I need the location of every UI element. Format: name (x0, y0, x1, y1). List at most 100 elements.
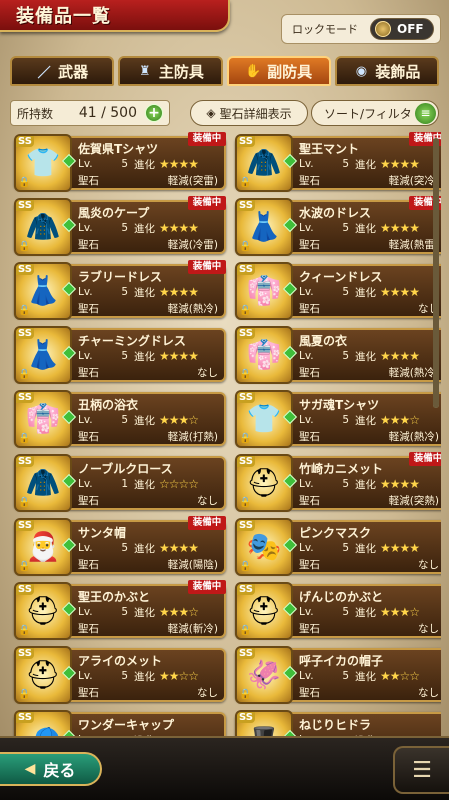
expand-capacity-button[interactable]: + (145, 104, 163, 122)
level-value: 5 (342, 158, 349, 170)
equipment-name: サガ魂Tシャツ (299, 398, 380, 412)
lock-mode-toggle[interactable]: OFF (370, 18, 434, 40)
equipment-card[interactable]: 👗 SS 🔒 ラブリードレス Lv. 5 進化 ★★★★ 聖石 軽減(熱冷) 装… (14, 260, 226, 320)
level-row: Lv. 5 進化 ★★★★ (299, 156, 439, 172)
evolution-label: 進化 (134, 606, 155, 619)
evolution-stars: ★★☆☆ (380, 669, 420, 683)
stone-value: なし (197, 366, 218, 379)
stone-label: 聖石 (78, 174, 99, 187)
lock-icon: 🔒 (18, 433, 31, 444)
equipment-art-icon: 👗 (25, 338, 61, 371)
evolution-label: 進化 (355, 606, 376, 619)
equipment-card[interactable]: 👘 SS 🔒 クィーンドレス Lv. 5 進化 ★★★★ 聖石 なし (235, 262, 441, 320)
equipment-card[interactable]: 🧥 SS 🔒 ノーブルクロース Lv. 1 進化 ☆☆☆☆ 聖石 なし (14, 454, 226, 512)
equipped-badge: 装備中 (188, 580, 226, 594)
equipment-card[interactable]: 🦑 SS 🔒 呼子イカの帽子 Lv. 5 進化 ★★☆☆ 聖石 なし (235, 646, 441, 704)
evolution-label: 進化 (355, 158, 376, 171)
equipment-card[interactable]: 👗 SS 🔒 チャーミングドレス Lv. 5 進化 ★★★★ 聖石 なし (14, 326, 226, 384)
stone-label: 聖石 (78, 558, 99, 571)
level-value: 5 (342, 478, 349, 490)
accessory-icon: ◉ (355, 63, 368, 79)
stone-value: 軽減(冷雷) (167, 238, 218, 251)
level-value: 5 (121, 158, 128, 170)
equipment-card[interactable]: 🧢 SS 🔒 ワンダーキャップ Lv. 進化 聖石 (14, 710, 226, 737)
equipment-card[interactable]: ⛑ SS 🔒 アライのメット Lv. 5 進化 ★★☆☆ 聖石 なし (14, 646, 226, 704)
stone-row: 聖石 なし (78, 364, 218, 380)
equipment-art-icon: ⛑ (25, 658, 61, 691)
level-label: Lv. (299, 222, 314, 234)
tab-sub-armor[interactable]: ✋ 副防具 (226, 56, 331, 86)
evolution-label: 進化 (355, 414, 376, 427)
tab-accessory[interactable]: ◉ 装飾品 (334, 56, 439, 86)
equipment-list[interactable]: 👕 SS 🔒 佐賀県Tシャツ Lv. 5 進化 ★★★★ 聖石 軽減(突雷) 装… (8, 130, 441, 736)
evolution-label: 進化 (134, 670, 155, 683)
equipped-badge: 装備中 (409, 452, 441, 466)
list-icon: ≡ (415, 103, 436, 124)
equipment-card[interactable]: 🎩 SS 🔒 ねじりヒドラ Lv. 進化 聖石 (235, 710, 441, 736)
equipment-art-icon: ⛑ (246, 466, 282, 499)
rank-badge: SS (237, 456, 255, 467)
equipment-art-icon: 🧥 (25, 466, 61, 499)
level-label: Lv. (299, 414, 314, 426)
stone-label: 聖石 (299, 686, 320, 699)
equipment-card[interactable]: 👕 SS 🔒 佐賀県Tシャツ Lv. 5 進化 ★★★★ 聖石 軽減(突雷) 装… (14, 132, 226, 192)
equipment-card[interactable]: ⛑ SS 🔒 げんじのかぶと Lv. 5 進化 ★★★☆ 聖石 なし (235, 582, 441, 640)
level-label: Lv. (78, 478, 93, 490)
stone-label: 聖石 (78, 366, 99, 379)
equipment-card[interactable]: 👘 SS 🔒 丑柄の浴衣 Lv. 5 進化 ★★★☆ 聖石 軽減(打熱) (14, 390, 226, 448)
equipment-info: 呼子イカの帽子 Lv. 5 進化 ★★☆☆ 聖石 なし (299, 652, 439, 700)
scrollbar-thumb[interactable] (433, 138, 439, 408)
stone-value: 軽減(打熱) (167, 430, 218, 443)
level-row: Lv. 5 進化 ★★★★ (299, 476, 439, 492)
equipment-info: サガ魂Tシャツ Lv. 5 進化 ★★★☆ 聖石 軽減(熱冷) (299, 396, 439, 444)
level-row: Lv. 5 進化 ★★☆☆ (299, 668, 439, 684)
equipment-info: 風夏の衣 Lv. 5 進化 ★★★★ 聖石 軽減(熱冷) (299, 332, 439, 380)
lock-icon: 🔒 (239, 241, 252, 252)
equipment-art-icon: 🧥 (25, 210, 61, 243)
equipment-card[interactable]: 🎭 SS 🔒 ピンクマスク Lv. 5 進化 ★★★★ 聖石 なし (235, 518, 441, 576)
stone-row: 聖石 軽減(冷雷) (78, 236, 218, 252)
equipment-art-icon: 👗 (246, 210, 282, 243)
equipment-art-icon: 🧢 (26, 725, 61, 737)
equipment-card[interactable]: 👕 SS 🔒 サガ魂Tシャツ Lv. 5 進化 ★★★☆ 聖石 軽減(熱冷) (235, 390, 441, 448)
equipment-card[interactable]: ⛑ SS 🔒 聖王のかぶと Lv. 5 進化 ★★★☆ 聖石 軽減(斬冷) 装備… (14, 580, 226, 640)
rank-badge: SS (16, 584, 34, 595)
evolution-stars: ★★★★ (380, 285, 420, 299)
equipment-info: アライのメット Lv. 5 進化 ★★☆☆ 聖石 なし (78, 652, 218, 700)
level-label: Lv. (299, 350, 314, 362)
equipment-card[interactable]: 🧥 SS 🔒 風炎のケープ Lv. 5 進化 ★★★★ 聖石 軽減(冷雷) 装備… (14, 196, 226, 256)
level-value: 5 (342, 670, 349, 682)
tab-weapon[interactable]: ／ 武器 (10, 56, 115, 86)
equipment-art-icon: ⛑ (246, 594, 282, 627)
stone-label: 聖石 (299, 494, 320, 507)
menu-button[interactable]: ☰ (393, 746, 449, 794)
rank-badge: SS (16, 264, 34, 275)
equipment-info: 水波のドレス Lv. 5 進化 ★★★★ 聖石 軽減(熱雷) (299, 204, 439, 252)
lock-mode-state: OFF (397, 22, 424, 36)
rank-badge: SS (237, 584, 255, 595)
sort-filter-button[interactable]: ソート/フィルタ ≡ (311, 100, 439, 126)
back-label: 戻る (43, 761, 76, 780)
equipment-card[interactable]: 👗 SS 🔒 水波のドレス Lv. 5 進化 ★★★★ 聖石 軽減(熱雷) 装備… (235, 196, 441, 256)
equipment-info: げんじのかぶと Lv. 5 進化 ★★★☆ 聖石 なし (299, 588, 439, 636)
tab-label: 主防具 (158, 62, 204, 81)
equipment-name: ピンクマスク (299, 526, 372, 540)
equipment-card[interactable]: 👘 SS 🔒 風夏の衣 Lv. 5 進化 ★★★★ 聖石 軽減(熱冷) (235, 326, 441, 384)
tab-main-armor[interactable]: ♜ 主防具 (118, 56, 223, 86)
equipment-info: 聖王マント Lv. 5 進化 ★★★★ 聖石 軽減(突冷) (299, 140, 439, 188)
equipment-card[interactable]: ⛑ SS 🔒 竹崎カニメット Lv. 5 進化 ★★★★ 聖石 軽減(突熱) 装… (235, 452, 441, 512)
rank-badge: SS (16, 136, 34, 147)
level-label: Lv. (299, 670, 314, 682)
scrollbar[interactable] (433, 138, 439, 408)
back-button[interactable]: ◀ 戻る (0, 752, 102, 786)
equipment-card[interactable]: 🧥 SS 🔒 聖王マント Lv. 5 進化 ★★★★ 聖石 軽減(突冷) 装備中 (235, 132, 441, 192)
level-value: 5 (121, 222, 128, 234)
stone-value: 軽減(突雷) (167, 174, 218, 187)
stone-row: 聖石 軽減(突雷) (78, 172, 218, 188)
stone-detail-button[interactable]: ◈ 聖石詳細表示 (190, 100, 308, 126)
rank-badge: SS (16, 712, 34, 723)
stone-row: 聖石 なし (299, 684, 439, 700)
stone-label: 聖石 (299, 366, 320, 379)
equipment-info: ワンダーキャップ Lv. 進化 聖石 (78, 716, 218, 736)
equipment-card[interactable]: 🎅 SS 🔒 サンタ帽 Lv. 5 進化 ★★★★ 聖石 軽減(陽陰) 装備中 (14, 516, 226, 576)
